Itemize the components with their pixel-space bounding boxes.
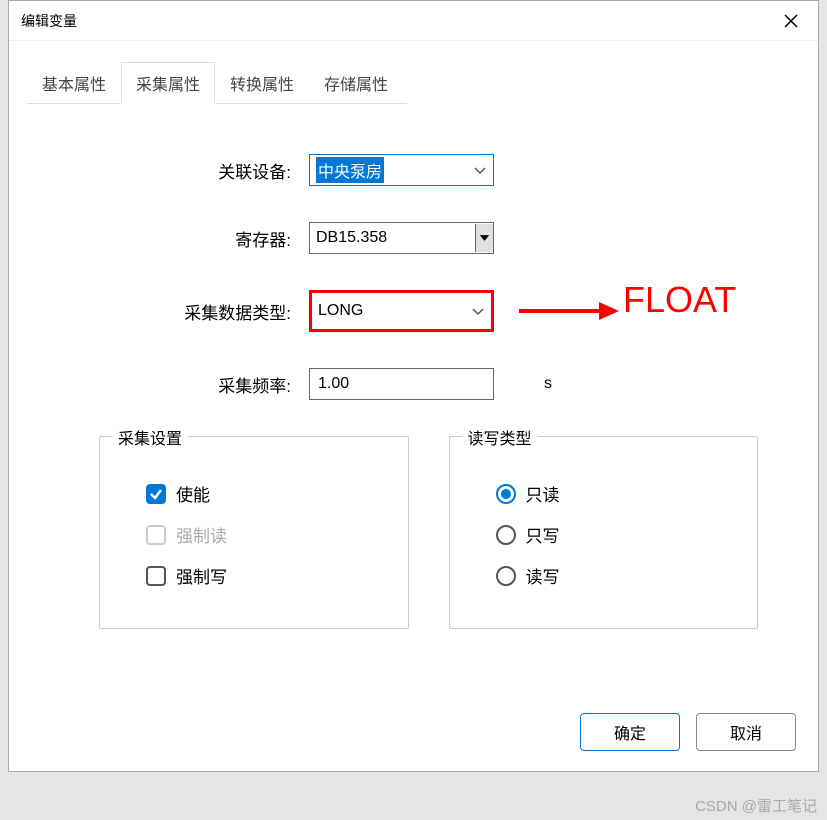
dialog-buttons: 确定 取消 [580,713,796,751]
readwrite-radio-row[interactable]: 读写 [474,563,734,588]
force-read-checkbox-row: 强制读 [124,522,384,547]
datatype-value: LONG [318,302,363,320]
tab-basic[interactable]: 基本属性 [27,62,121,104]
writeonly-radio[interactable] [496,525,516,545]
tab-transform[interactable]: 转换属性 [215,62,309,104]
form-area: 关联设备: 中央泵房 寄存器: DB15.358 [9,104,818,629]
tab-collect[interactable]: 采集属性 [121,62,215,104]
group-collect-settings: 采集设置 使能 强制读 强制写 [99,436,409,629]
freq-label: 采集频率: [9,372,309,397]
register-label: 寄存器: [9,226,309,251]
dialog-title: 编辑变量 [21,11,77,31]
device-label: 关联设备: [9,158,309,183]
readwrite-label: 读写 [526,563,560,588]
enable-checkbox-row[interactable]: 使能 [124,481,384,506]
tab-storage[interactable]: 存储属性 [309,62,403,104]
enable-checkbox[interactable] [146,484,166,504]
device-value: 中央泵房 [316,157,384,183]
check-icon [149,487,163,501]
datatype-combo[interactable]: LONG [309,290,494,332]
writeonly-radio-row[interactable]: 只写 [474,522,734,547]
force-write-checkbox[interactable] [146,566,166,586]
chevron-down-icon [471,304,485,318]
enable-label: 使能 [176,481,210,506]
datatype-label: 采集数据类型: [9,299,309,324]
readonly-radio-row[interactable]: 只读 [474,481,734,506]
writeonly-label: 只写 [526,522,560,547]
readwrite-radio[interactable] [496,566,516,586]
group-collect-title: 采集设置 [112,425,188,449]
watermark: CSDN @雷工笔记 [695,795,817,816]
force-write-checkbox-row[interactable]: 强制写 [124,563,384,588]
chevron-down-icon [473,163,487,177]
tab-bar: 基本属性 采集属性 转换属性 存储属性 [27,61,407,104]
readonly-radio[interactable] [496,484,516,504]
titlebar: 编辑变量 [9,1,818,41]
close-icon [784,14,798,28]
force-read-checkbox [146,525,166,545]
cancel-button[interactable]: 取消 [696,713,796,751]
register-combo[interactable]: DB15.358 [309,222,494,254]
register-value: DB15.358 [316,229,387,247]
edit-variable-dialog: 编辑变量 基本属性 采集属性 转换属性 存储属性 关联设备: 中央泵房 [8,0,819,772]
device-combo[interactable]: 中央泵房 [309,154,494,186]
freq-unit: s [544,375,552,393]
ok-button[interactable]: 确定 [580,713,680,751]
close-button[interactable] [776,6,806,36]
group-rw-title: 读写类型 [462,425,538,449]
dropdown-icon [475,224,493,252]
force-write-label: 强制写 [176,563,227,588]
freq-input[interactable] [309,368,494,400]
force-read-label: 强制读 [176,522,227,547]
readonly-label: 只读 [526,481,560,506]
group-rw-type: 读写类型 只读 只写 读写 [449,436,759,629]
